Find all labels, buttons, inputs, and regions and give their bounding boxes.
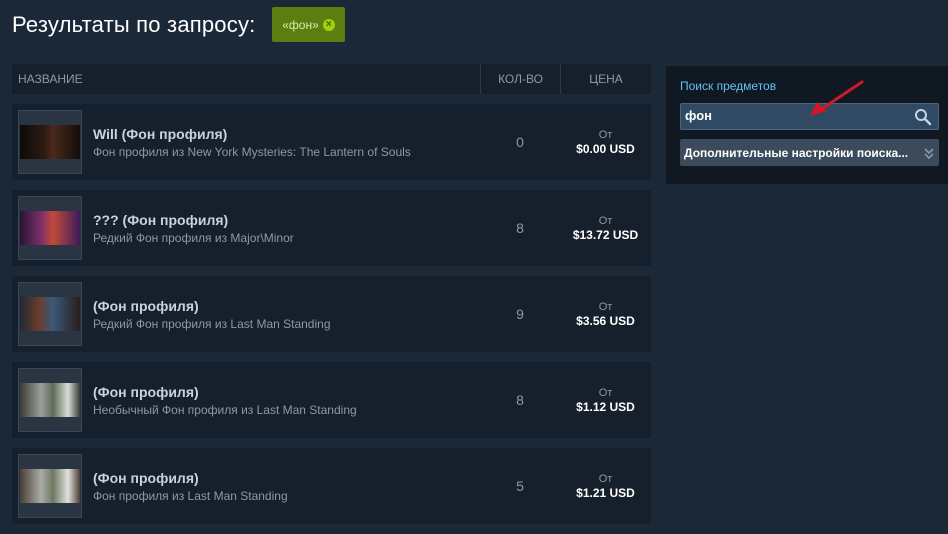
- column-name-header[interactable]: НАЗВАНИЕ: [12, 72, 480, 86]
- item-thumbnail: [18, 110, 82, 174]
- results-table: НАЗВАНИЕ КОЛ-ВО ЦЕНА Will (Фон профиля) …: [12, 64, 651, 524]
- item-thumbnail: [18, 368, 82, 432]
- thumbnail-image: [20, 297, 80, 331]
- price-prefix: От: [598, 214, 613, 227]
- item-game: Фон профиля из New York Mysteries: The L…: [93, 144, 411, 159]
- price-prefix: От: [598, 386, 613, 399]
- price-prefix: От: [598, 128, 613, 141]
- item-thumbnail: [18, 196, 82, 260]
- item-game: Редкий Фон профиля из Last Man Standing: [93, 316, 331, 331]
- double-chevron-down-icon: [924, 148, 934, 160]
- search-input-value: фон: [685, 108, 712, 123]
- item-thumbnail: [18, 454, 82, 518]
- item-qty: 0: [516, 134, 524, 150]
- item-name[interactable]: Will (Фон профиля): [93, 126, 480, 142]
- table-header: НАЗВАНИЕ КОЛ-ВО ЦЕНА: [12, 64, 651, 94]
- price-prefix: От: [598, 300, 613, 313]
- table-row[interactable]: Will (Фон профиля) Фон профиля из New Yo…: [12, 104, 651, 180]
- table-row[interactable]: (Фон профиля) Фон профиля из Last Man St…: [12, 448, 651, 524]
- item-price: $0.00 USD: [576, 141, 635, 156]
- advanced-search-button[interactable]: Дополнительные настройки поиска...: [680, 139, 939, 166]
- item-game: Редкий Фон профиля из Major\Minor: [93, 230, 294, 245]
- item-qty: 9: [516, 306, 524, 322]
- thumbnail-image: [20, 125, 80, 159]
- item-price: $3.56 USD: [576, 313, 635, 328]
- search-panel: Поиск предметов фон Дополнительные настр…: [666, 66, 948, 184]
- item-thumbnail: [18, 282, 82, 346]
- column-price-header[interactable]: ЦЕНА: [560, 64, 651, 94]
- query-tag-label: «фон»: [282, 17, 319, 32]
- search-panel-label: Поиск предметов: [680, 79, 777, 93]
- advanced-search-label: Дополнительные настройки поиска...: [684, 146, 909, 160]
- column-qty-header[interactable]: КОЛ-ВО: [480, 64, 560, 94]
- table-row[interactable]: (Фон профиля) Редкий Фон профиля из Last…: [12, 276, 651, 352]
- thumbnail-image: [20, 383, 80, 417]
- item-qty: 8: [516, 220, 524, 236]
- item-game: Необычный Фон профиля из Last Man Standi…: [93, 402, 357, 417]
- market-search-page: Результаты по запросу: «фон» × НАЗВАНИЕ …: [0, 0, 948, 534]
- price-prefix: От: [598, 472, 613, 485]
- item-price: $13.72 USD: [572, 227, 639, 242]
- item-name[interactable]: (Фон профиля): [93, 298, 480, 314]
- query-tag[interactable]: «фон» ×: [272, 7, 345, 42]
- item-price: $1.21 USD: [576, 485, 635, 500]
- item-qty: 8: [516, 392, 524, 408]
- item-name[interactable]: (Фон профиля): [93, 470, 480, 486]
- table-row[interactable]: (Фон профиля) Необычный Фон профиля из L…: [12, 362, 651, 438]
- item-name[interactable]: ??? (Фон профиля): [93, 212, 480, 228]
- item-qty: 5: [516, 478, 524, 494]
- search-icon[interactable]: [914, 108, 932, 126]
- search-input[interactable]: фон: [680, 103, 939, 130]
- page-title: Результаты по запросу:: [12, 12, 256, 37]
- thumbnail-image: [20, 469, 80, 503]
- item-game: Фон профиля из Last Man Standing: [93, 488, 288, 503]
- item-price: $1.12 USD: [576, 399, 635, 414]
- table-row[interactable]: ??? (Фон профиля) Редкий Фон профиля из …: [12, 190, 651, 266]
- remove-tag-icon[interactable]: ×: [322, 18, 335, 31]
- item-name[interactable]: (Фон профиля): [93, 384, 480, 400]
- thumbnail-image: [20, 211, 80, 245]
